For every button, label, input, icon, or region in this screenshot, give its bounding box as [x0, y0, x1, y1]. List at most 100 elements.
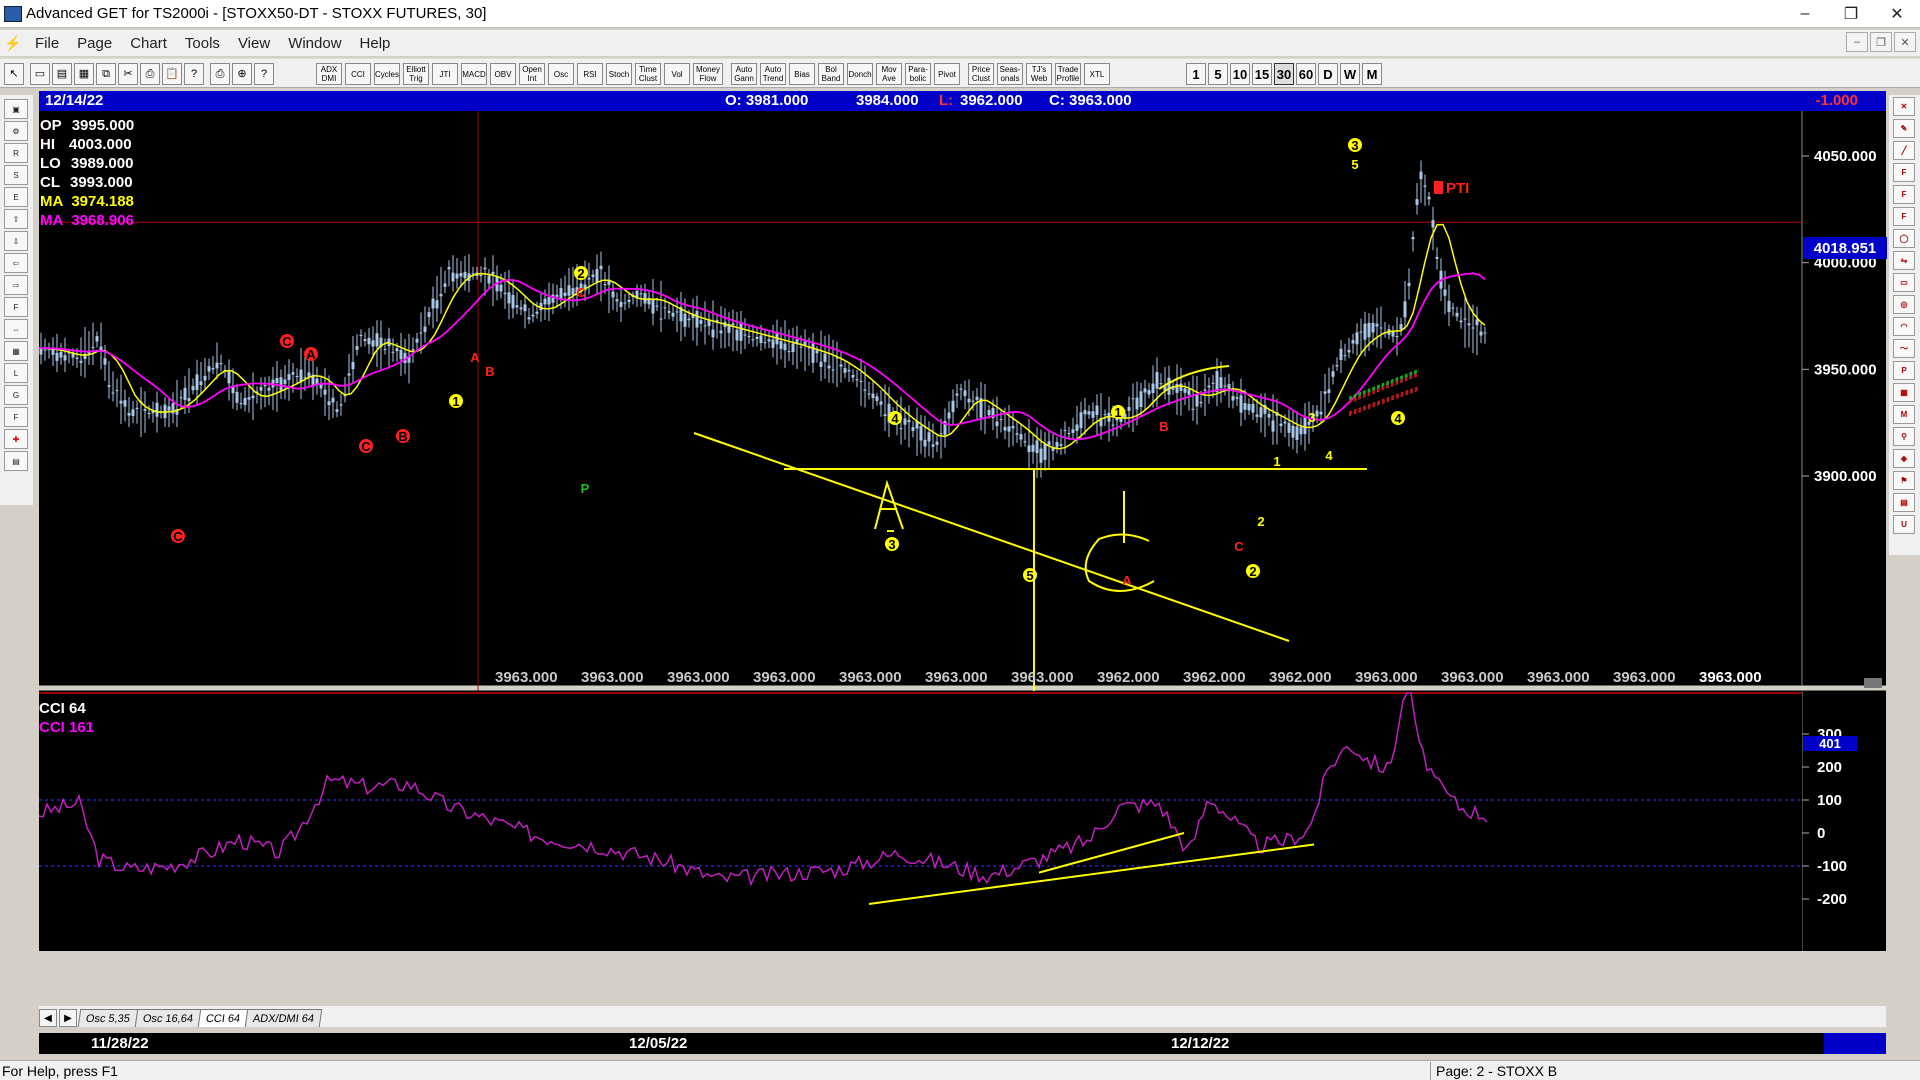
- menu-tools[interactable]: Tools: [176, 35, 229, 52]
- chart-area[interactable]: 4050.0004000.0003950.0003900.000CACCBAB1…: [39, 111, 1886, 951]
- study-button-mov-ave[interactable]: Mov Ave: [876, 63, 902, 85]
- study-button-cycles[interactable]: Cycles: [374, 63, 400, 85]
- pointer-icon[interactable]: ✕: [1893, 97, 1915, 116]
- wave-icon[interactable]: 〜: [1893, 339, 1915, 358]
- print2-icon[interactable]: ⎙: [210, 63, 230, 85]
- tab-adx-dmi-64[interactable]: ADX/DMI 64: [245, 1009, 323, 1027]
- menu-help[interactable]: Help: [351, 35, 400, 52]
- marker-icon[interactable]: ◈: [1893, 449, 1915, 468]
- reset-icon[interactable]: R: [4, 143, 28, 163]
- period-button-w[interactable]: W: [1340, 63, 1360, 85]
- menu-chart[interactable]: Chart: [121, 35, 176, 52]
- menu-page[interactable]: Page: [68, 35, 121, 52]
- lines-icon[interactable]: L: [4, 363, 28, 383]
- pointer-icon[interactable]: ↖: [4, 63, 24, 85]
- study-button-tj-s-web[interactable]: TJ's Web: [1026, 63, 1052, 85]
- fib-time-icon[interactable]: F: [1893, 207, 1915, 226]
- grid-icon[interactable]: ▦: [4, 341, 28, 361]
- mdi-close-button[interactable]: ✕: [1894, 32, 1916, 52]
- study-button-seas-onals[interactable]: Seas-onals: [997, 63, 1023, 85]
- right-icon[interactable]: ⇨: [4, 275, 28, 295]
- document-icon[interactable]: ⚡: [0, 32, 26, 54]
- period-button-10[interactable]: 10: [1230, 63, 1250, 85]
- gann-icon[interactable]: G: [4, 385, 28, 405]
- zoom-icon[interactable]: ⊕: [232, 63, 252, 85]
- copy-icon[interactable]: ⧉: [96, 63, 116, 85]
- study-button-stoch[interactable]: Stoch: [606, 63, 632, 85]
- close-button[interactable]: ✕: [1874, 0, 1920, 28]
- tab-scroll-right-icon[interactable]: ▶: [59, 1009, 77, 1027]
- tab-cci-64[interactable]: CCI 64: [197, 1009, 249, 1027]
- mdi-minimize-button[interactable]: –: [1846, 32, 1868, 52]
- maximize-button[interactable]: ❐: [1828, 0, 1874, 28]
- study-button-pivot[interactable]: Pivot: [934, 63, 960, 85]
- ellipse-icon[interactable]: ◎: [1893, 295, 1915, 314]
- mob-icon[interactable]: M: [1893, 405, 1915, 424]
- tools-icon[interactable]: ⚙: [4, 121, 28, 141]
- left-icon[interactable]: ⇦: [4, 253, 28, 273]
- study-button-vol[interactable]: Vol: [664, 63, 690, 85]
- period-button-1[interactable]: 1: [1186, 63, 1206, 85]
- menu-window[interactable]: Window: [279, 35, 350, 52]
- open-icon[interactable]: ▣: [4, 99, 28, 119]
- mdi-restore-button[interactable]: ❐: [1870, 32, 1892, 52]
- study-button-auto-gann[interactable]: Auto Gann: [731, 63, 757, 85]
- menu-view[interactable]: View: [229, 35, 279, 52]
- fib-icon[interactable]: F: [4, 297, 28, 317]
- study-button-jti[interactable]: JTI: [432, 63, 458, 85]
- arc-icon[interactable]: ◠: [1893, 317, 1915, 336]
- zoom-icon[interactable]: ⚲: [1893, 427, 1915, 446]
- pti-icon[interactable]: P: [1893, 361, 1915, 380]
- circle-icon[interactable]: ◯: [1893, 229, 1915, 248]
- study-button-rsi[interactable]: RSI: [577, 63, 603, 85]
- study-button-open-int[interactable]: Open Int: [519, 63, 545, 85]
- line-icon[interactable]: ╱: [1893, 141, 1915, 160]
- elliott-icon[interactable]: E: [4, 187, 28, 207]
- help-icon[interactable]: ?: [184, 63, 204, 85]
- study-button-bias[interactable]: Bias: [789, 63, 815, 85]
- study-button-donch[interactable]: Donch: [847, 63, 873, 85]
- down-icon[interactable]: ⇩: [4, 231, 28, 251]
- save-icon[interactable]: ▦: [74, 63, 94, 85]
- fib-ext-icon[interactable]: F: [1893, 185, 1915, 204]
- stats-icon[interactable]: ▤: [1893, 493, 1915, 512]
- up-icon[interactable]: ⇧: [4, 209, 28, 229]
- study-button-elliott-trig[interactable]: Elliott Trig: [403, 63, 429, 85]
- period-button-15[interactable]: 15: [1252, 63, 1272, 85]
- print-icon[interactable]: ▤: [4, 451, 28, 471]
- new-icon[interactable]: ▭: [30, 63, 50, 85]
- study-button-time-clust[interactable]: Time Clust: [635, 63, 661, 85]
- cross-icon[interactable]: ✚: [4, 429, 28, 449]
- open-icon[interactable]: ▤: [52, 63, 72, 85]
- study-button-xtl[interactable]: XTL: [1084, 63, 1110, 85]
- period-button-d[interactable]: D: [1318, 63, 1338, 85]
- tab-scroll-left-icon[interactable]: ◀: [39, 1009, 57, 1027]
- tab-osc-16-64[interactable]: Osc 16,64: [134, 1009, 202, 1027]
- grid-icon[interactable]: ▦: [1893, 383, 1915, 402]
- study-button-auto-trend[interactable]: Auto Trend: [760, 63, 786, 85]
- period-button-30[interactable]: 30: [1274, 63, 1294, 85]
- scale-icon[interactable]: ⇔: [4, 319, 28, 339]
- fib-ret-icon[interactable]: F: [1893, 163, 1915, 182]
- tab-osc-5-35[interactable]: Osc 5,35: [77, 1009, 139, 1027]
- box-icon[interactable]: ▭: [1893, 273, 1915, 292]
- query-icon[interactable]: ?: [254, 63, 274, 85]
- paste-icon[interactable]: 📋: [162, 63, 182, 85]
- u-icon[interactable]: U: [1893, 515, 1915, 534]
- print-icon[interactable]: ⎙: [140, 63, 160, 85]
- study-button-obv[interactable]: OBV: [490, 63, 516, 85]
- study-button-money-flow[interactable]: Money Flow: [693, 63, 723, 85]
- menu-file[interactable]: File: [26, 35, 68, 52]
- period-button-60[interactable]: 60: [1296, 63, 1316, 85]
- fib2-icon[interactable]: F: [4, 407, 28, 427]
- study-button-para-bolic[interactable]: Para-bolic: [905, 63, 931, 85]
- study-button-osc[interactable]: Osc: [548, 63, 574, 85]
- period-button-m[interactable]: M: [1362, 63, 1382, 85]
- study-button-cci[interactable]: CCI: [345, 63, 371, 85]
- period-button-5[interactable]: 5: [1208, 63, 1228, 85]
- study-button-bol-band[interactable]: Bol Band: [818, 63, 844, 85]
- cut-icon[interactable]: ✂: [118, 63, 138, 85]
- study-button-trade-profile[interactable]: Trade Profile: [1055, 63, 1081, 85]
- channel-icon[interactable]: ⇋: [1893, 251, 1915, 270]
- flag-icon[interactable]: ⚑: [1893, 471, 1915, 490]
